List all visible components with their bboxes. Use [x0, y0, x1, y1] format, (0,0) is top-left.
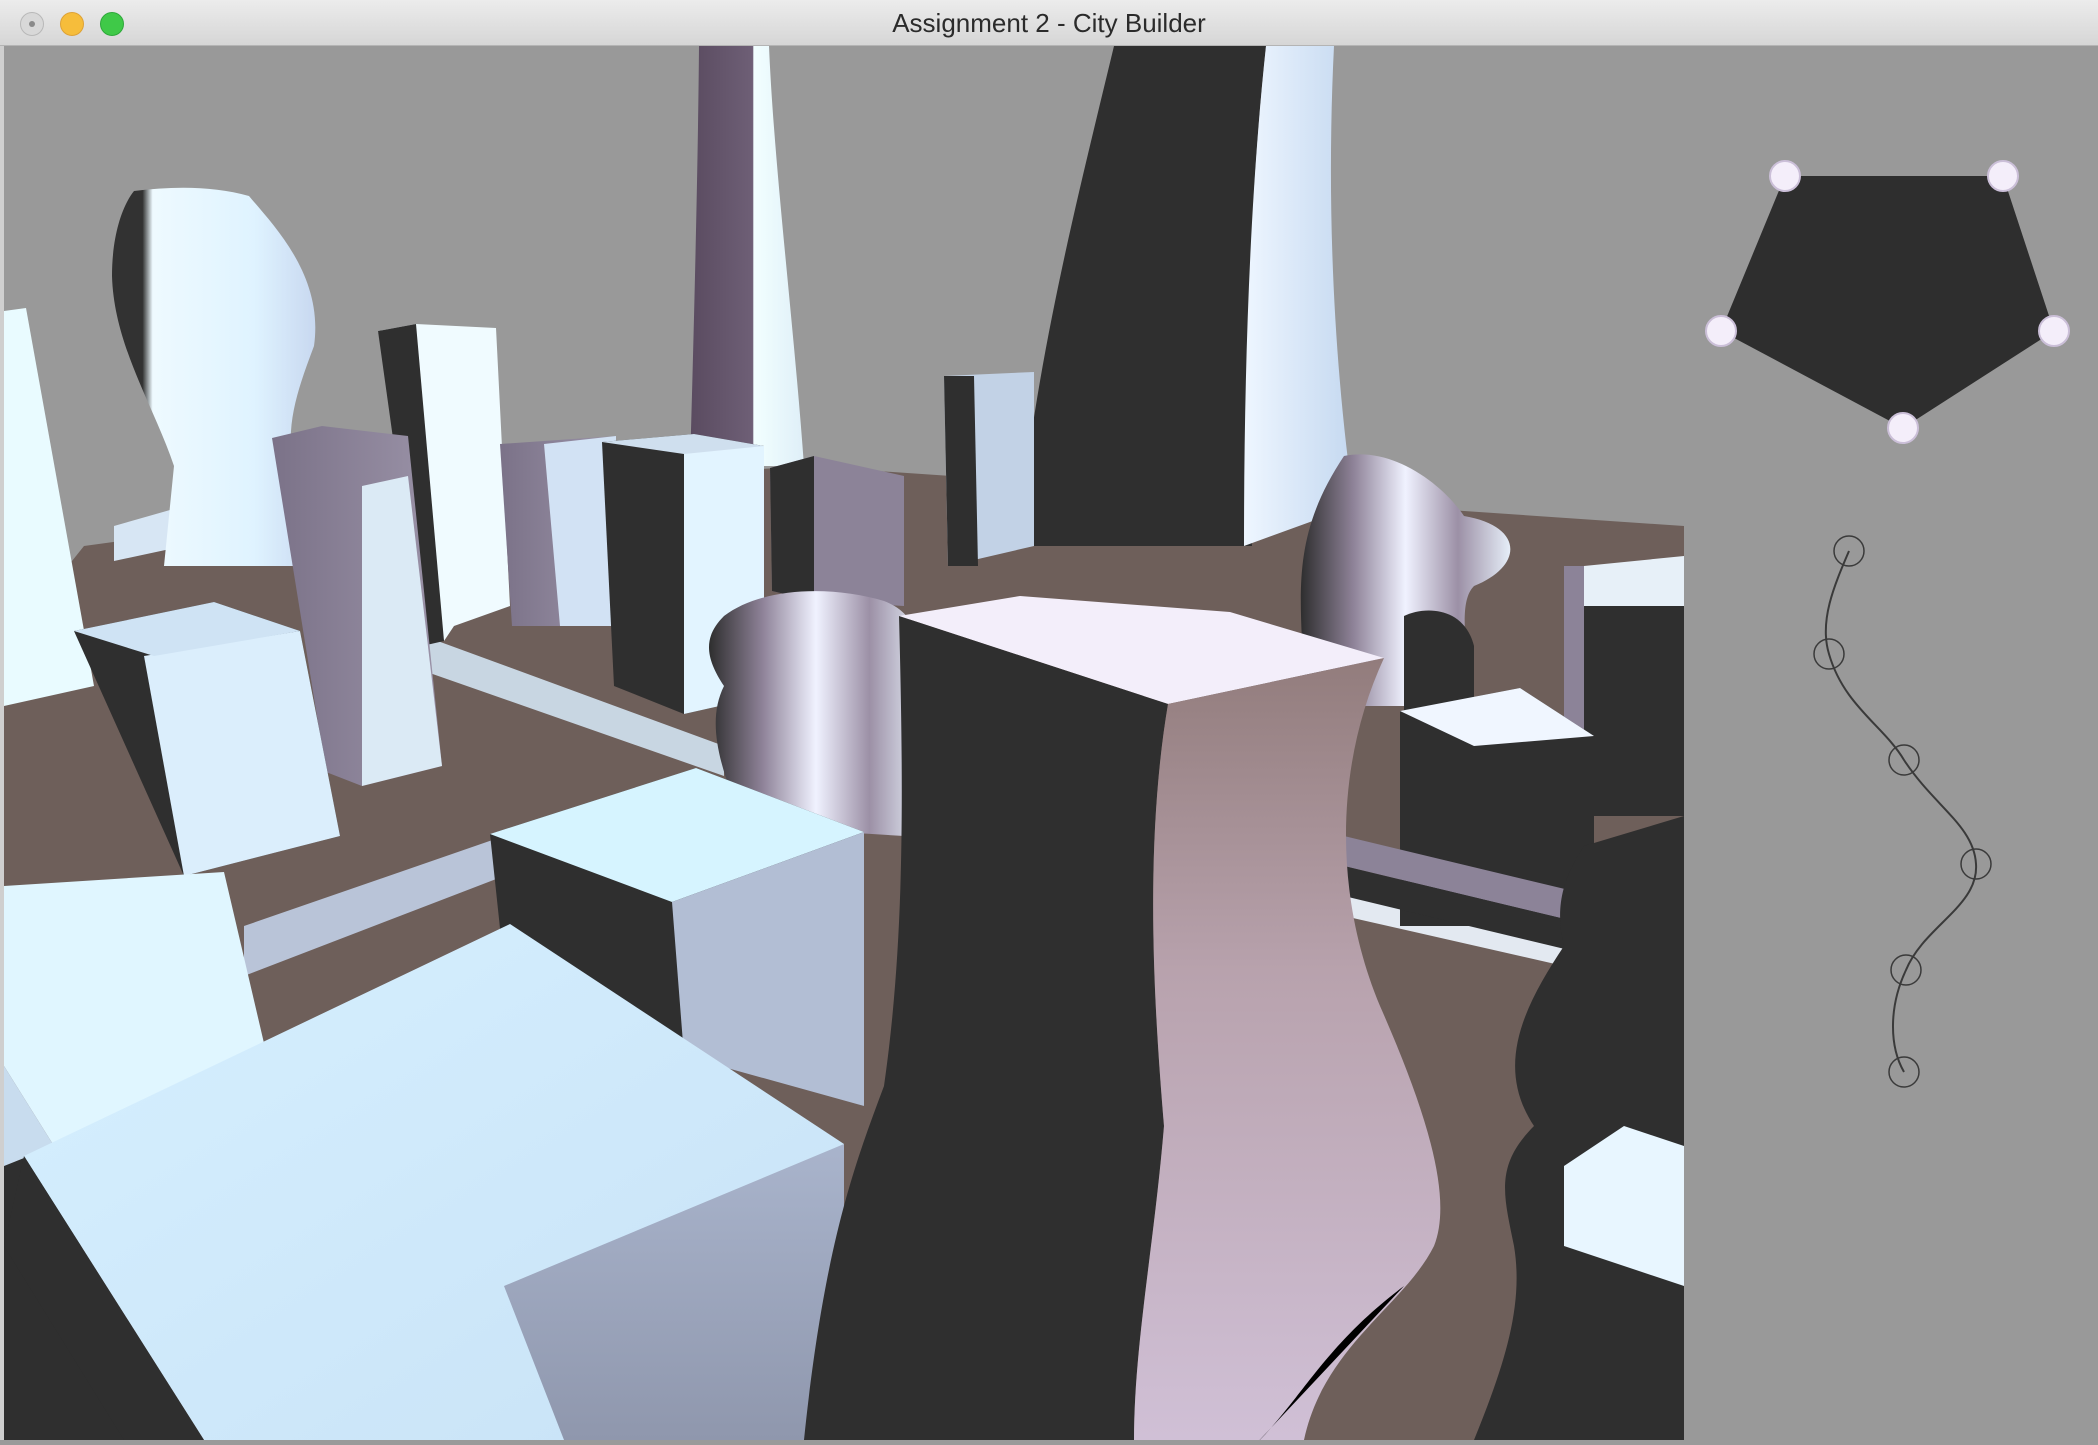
app-window: Assignment 2 - City Builder	[0, 0, 2098, 1440]
profile-curve-editor[interactable]	[1813, 535, 1992, 1088]
title-bar[interactable]: Assignment 2 - City Builder	[0, 0, 2098, 46]
footprint-editor[interactable]	[1705, 160, 2070, 444]
profile-curve	[1824, 550, 1978, 1073]
footprint-vertex-handle[interactable]	[2038, 315, 2070, 347]
window-title: Assignment 2 - City Builder	[892, 8, 1206, 38]
footprint-vertex-handle[interactable]	[1769, 160, 1801, 192]
footprint-pentagon	[1721, 176, 2054, 428]
footprint-vertex-handle[interactable]	[1887, 412, 1919, 444]
editor-canvas[interactable]	[1684, 46, 2098, 1440]
city-3d-viewport[interactable]	[4, 46, 1684, 1440]
city-scene-render	[4, 46, 1684, 1440]
footprint-vertex-handle[interactable]	[1987, 160, 2019, 192]
editor-side-panel	[1684, 46, 2098, 1440]
footprint-vertex-handle[interactable]	[1705, 315, 1737, 347]
